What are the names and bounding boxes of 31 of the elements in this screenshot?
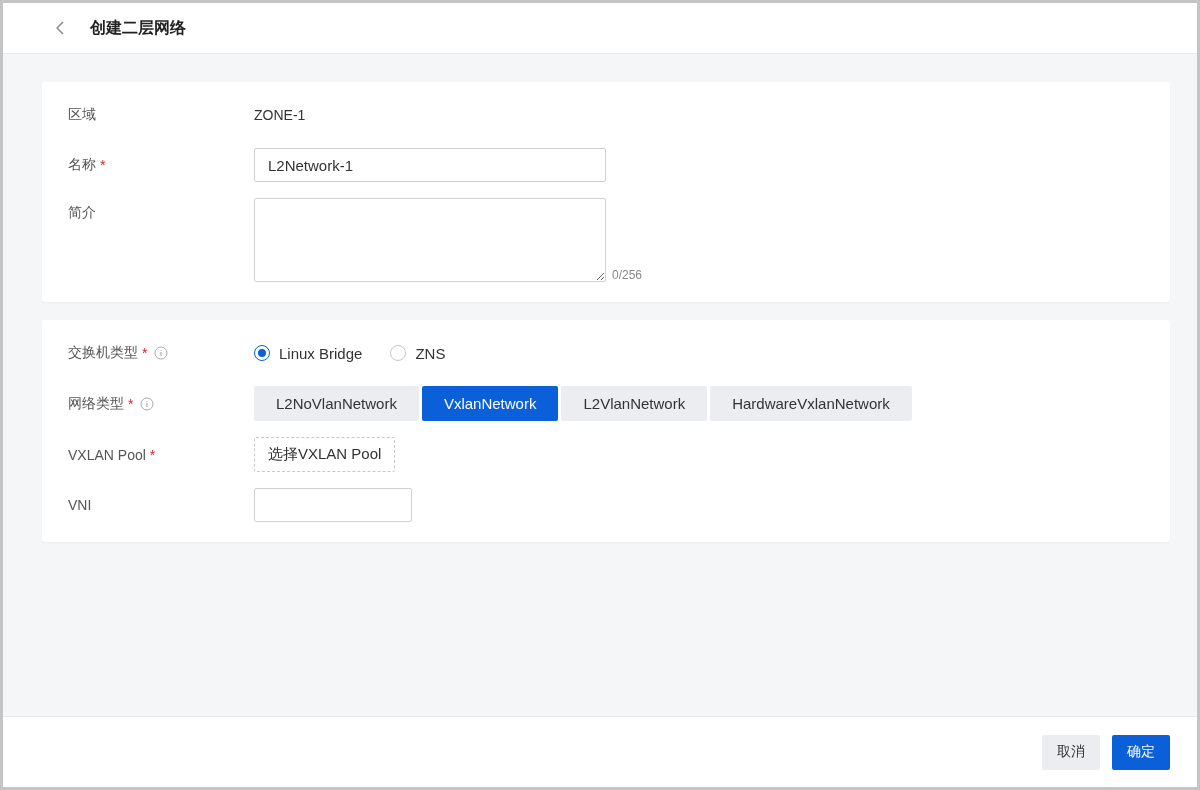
network-type-option[interactable]: HardwareVxlanNetwork (710, 386, 912, 421)
description-textarea[interactable] (254, 198, 606, 282)
field-label: VXLAN Pool (68, 446, 146, 463)
confirm-button[interactable]: 确定 (1112, 734, 1170, 770)
radio-label[interactable]: Linux Bridge (279, 344, 363, 362)
cancel-button[interactable]: 取消 (1042, 734, 1100, 770)
select-pool-button[interactable]: 选择VXLAN Pool (254, 437, 396, 472)
info-icon[interactable] (140, 396, 155, 411)
text-input[interactable] (254, 488, 412, 522)
page-title: 创建二层网络 (90, 17, 186, 38)
back-icon[interactable] (56, 21, 64, 35)
radio-option[interactable]: ZNS (390, 344, 446, 362)
network-type-option[interactable]: L2VlanNetwork (561, 386, 708, 421)
char-counter: 0/256 (612, 268, 643, 282)
field-label: 区域 (68, 106, 96, 124)
required-mark: * (100, 157, 106, 173)
required-mark: * (142, 345, 148, 361)
network-type-option[interactable]: L2NoVlanNetwork (254, 386, 419, 421)
network-type-option[interactable]: VxlanNetwork (421, 386, 559, 421)
text-input[interactable]: L2Network-1 (254, 148, 606, 182)
field-label: 交换机类型 (68, 344, 138, 362)
field-label: 网络类型 (68, 394, 124, 413)
field-label: VNI (68, 497, 92, 513)
required-mark: * (149, 446, 156, 463)
field-value: ZONE-1 (254, 107, 306, 123)
field-label: 简介 (68, 204, 96, 222)
required-mark: * (128, 395, 134, 412)
info-icon[interactable] (154, 346, 169, 360)
radio-label[interactable]: ZNS (415, 344, 446, 362)
field-label: 名称 (68, 156, 96, 174)
radio-option[interactable]: Linux Bridge (254, 344, 363, 362)
